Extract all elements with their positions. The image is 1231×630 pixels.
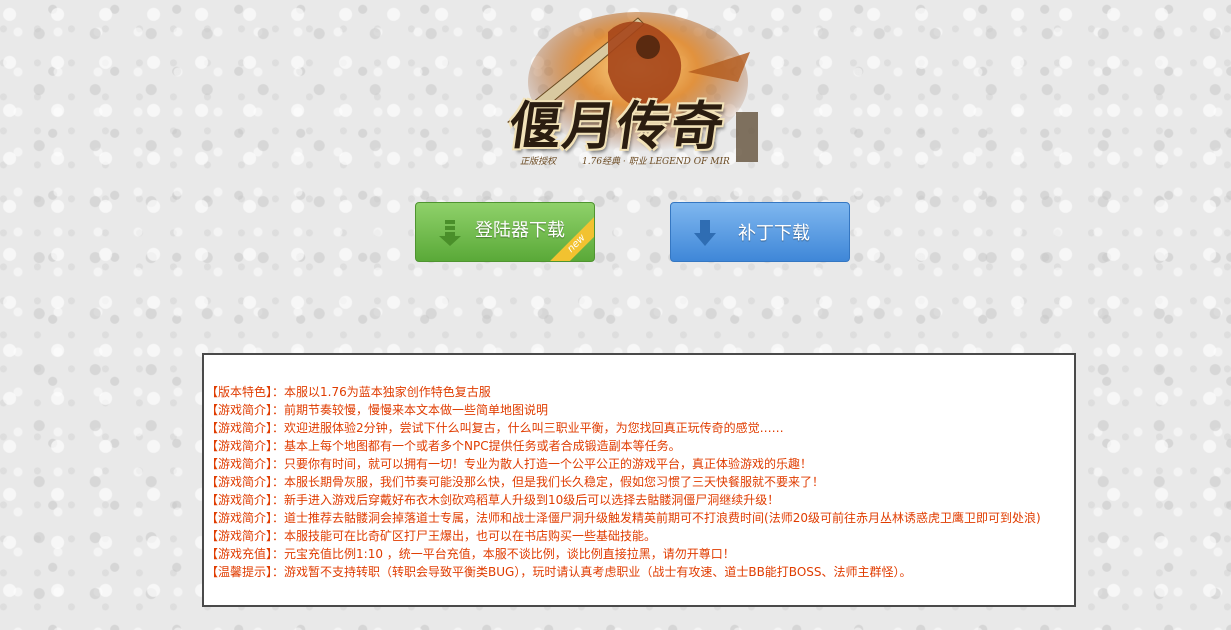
info-list: 【版本特色】：本服以1.76为蓝本独家创作特色复古服 【游戏简介】：前期节奏较慢，…: [206, 383, 1074, 581]
info-line-tag: 【游戏简介】：: [206, 421, 285, 435]
info-line: 【游戏简介】：只要你有时间，就可以拥有一切！专业为散人打造一个公平公正的游戏平台…: [206, 455, 1074, 473]
info-line-tag: 【游戏简介】：: [206, 475, 285, 489]
info-line-tag: 【游戏简介】：: [206, 403, 285, 417]
info-line-text: 新手进入游戏后穿戴好布衣木剑砍鸡稻草人升级到10级后可以选择去骷髅洞僵尸洞继续升…: [284, 493, 780, 507]
game-info-panel: 【版本特色】：本服以1.76为蓝本独家创作特色复古服 【游戏简介】：前期节奏较慢，…: [202, 353, 1076, 607]
info-line: 【游戏简介】：前期节奏较慢，慢慢来本文本做一些简单地图说明: [206, 401, 1074, 419]
download-arrow-icon: [439, 220, 461, 246]
info-line-tag: 【游戏简介】：: [206, 529, 285, 543]
info-line-text: 前期节奏较慢，慢慢来本文本做一些简单地图说明: [284, 403, 549, 417]
info-line-tag: 【游戏简介】：: [206, 493, 285, 507]
launcher-download-button[interactable]: 登陆器下载 new: [415, 202, 595, 262]
info-line-tag: 【温馨提示】：: [206, 565, 285, 579]
info-line-tag: 【游戏简介】：: [206, 457, 285, 471]
launcher-download-label: 登陆器下载: [475, 220, 565, 241]
patch-download-button[interactable]: 补丁下载: [670, 202, 850, 262]
info-line: 【游戏简介】：道士推荐去骷髅洞会掉落道士专属，法师和战士泽僵尸洞升级触发精英前期…: [206, 509, 1074, 527]
info-line-text: 本服长期骨灰服，我们节奏可能没那么快，但是我们长久稳定，假如您习惯了三天快餐服就…: [284, 475, 825, 489]
info-line-tag: 【游戏充值】：: [206, 547, 285, 561]
info-line: 【游戏简介】：本服技能可在比奇矿区打尸王爆出，也可以在书店购买一些基础技能。: [206, 527, 1074, 545]
info-line: 【游戏简介】：新手进入游戏后穿戴好布衣木剑砍鸡稻草人升级到10级后可以选择去骷髅…: [206, 491, 1074, 509]
info-line-text: 基本上每个地图都有一个或者多个NPC提供任务或者合成锻造副本等任务。: [284, 439, 681, 453]
logo-subtitle-right: 1.76经典 · 职业 LEGEND OF MIR: [582, 157, 730, 167]
logo-subtitle-left: 正版授权: [520, 157, 557, 167]
info-line-text: 本服技能可在比奇矿区打尸王爆出，也可以在书店购买一些基础技能。: [284, 529, 657, 543]
info-line: 【游戏充值】：元宝充值比例1:10 ，统一平台充值，本服不谈比例，谈比例直接拉黑…: [206, 545, 1074, 563]
info-line-text: 只要你有时间，就可以拥有一切！专业为散人打造一个公平公正的游戏平台，真正体验游戏…: [284, 457, 813, 471]
info-line-text: 欢迎进服体验2分钟，尝试下什么叫复古，什么叫三职业平衡，为您找回真正玩传奇的感觉…: [284, 421, 784, 435]
logo-title: 偃月传奇: [505, 96, 730, 157]
info-line-text: 元宝充值比例1:10 ，统一平台充值，本服不谈比例，谈比例直接拉黑，请勿开尊口！: [284, 547, 735, 561]
patch-download-label: 补丁下载: [738, 223, 810, 244]
info-line: 【温馨提示】：游戏暂不支持转职（转职会导致平衡类BUG），玩时请认真考虑职业（战…: [206, 563, 1074, 581]
info-line-tag: 【游戏简介】：: [206, 511, 285, 525]
info-line-text: 本服以1.76为蓝本独家创作特色复古服: [284, 385, 491, 399]
info-line: 【游戏简介】：基本上每个地图都有一个或者多个NPC提供任务或者合成锻造副本等任务…: [206, 437, 1074, 455]
info-line: 【游戏简介】：欢迎进服体验2分钟，尝试下什么叫复古，什么叫三职业平衡，为您找回真…: [206, 419, 1074, 437]
info-line-tag: 【版本特色】：: [206, 385, 285, 399]
info-line-text: 游戏暂不支持转职（转职会导致平衡类BUG），玩时请认真考虑职业（战士有攻速、道士…: [284, 565, 912, 579]
info-line-tag: 【游戏简介】：: [206, 439, 285, 453]
info-line: 【版本特色】：本服以1.76为蓝本独家创作特色复古服: [206, 383, 1074, 401]
info-line: 【游戏简介】：本服长期骨灰服，我们节奏可能没那么快，但是我们长久稳定，假如您习惯…: [206, 473, 1074, 491]
info-line-text: 道士推荐去骷髅洞会掉落道士专属，法师和战士泽僵尸洞升级触发精英前期可不打浪费时间…: [284, 511, 1041, 525]
download-arrow-icon: [694, 220, 716, 246]
game-logo: 偃月传奇 正版授权 1.76经典 · 职业 LEGEND OF MIR: [488, 12, 768, 172]
